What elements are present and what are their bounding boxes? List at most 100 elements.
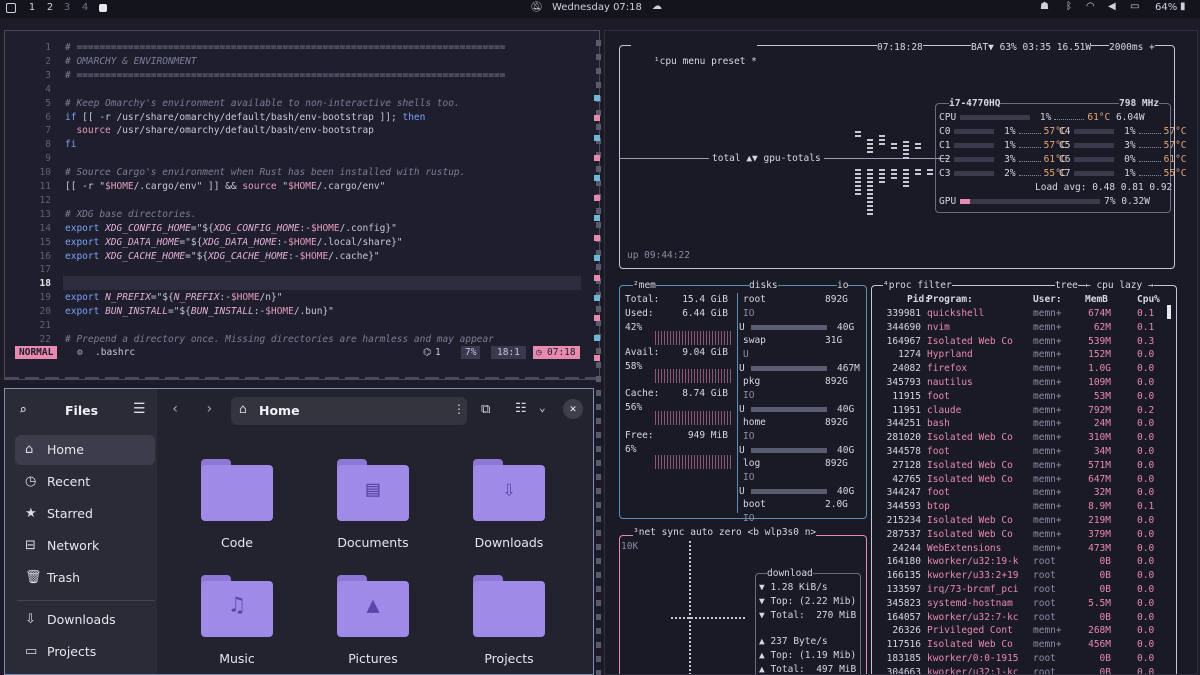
core-bar (1074, 129, 1115, 134)
workspace-4[interactable]: 4 (78, 2, 92, 13)
folder-label[interactable]: Code (177, 535, 297, 550)
code-line[interactable]: 21 (5, 319, 595, 333)
workspace-2[interactable]: 2 (43, 2, 57, 13)
folder-label[interactable]: Music (177, 651, 297, 666)
code-line[interactable]: 14 export XDG_CONFIG_HOME="${XDG_CONFIG_H… (5, 222, 595, 236)
proc-column-header[interactable]: MemB (1085, 293, 1108, 307)
sort-selector[interactable]: ← cpu lazy → (1085, 279, 1154, 293)
folder-downloads[interactable]: ⇩ (473, 459, 545, 521)
code-line[interactable]: 9 (5, 152, 595, 166)
sidebar-item-network[interactable]: ⊟ Network (15, 531, 155, 561)
menu-button[interactable]: menu (683, 56, 706, 67)
code-line[interactable]: 5 # Keep Omarchy's environment available … (5, 97, 595, 111)
tree-toggle[interactable]: tree (1055, 279, 1078, 293)
list-view-icon[interactable]: ☷ (515, 401, 527, 416)
bluetooth-icon[interactable]: ᛒ (1066, 1, 1072, 12)
sidebar-item-home[interactable]: ⌂ Home (15, 435, 155, 465)
proc-column-header[interactable]: Program: (927, 293, 973, 307)
search-icon[interactable]: ⌕ (19, 403, 27, 418)
proc-scrollbar[interactable] (1167, 305, 1171, 319)
btop-window[interactable]: ¹cpu menu preset * 07:18:28 BAT▼ 63% 03:… (604, 30, 1198, 675)
disks-header[interactable]: disks (749, 279, 778, 293)
volume-icon[interactable]: ◀ (1108, 1, 1116, 12)
cpu-label[interactable]: ¹cpu (654, 56, 677, 67)
code-line[interactable]: 1 # =====================================… (5, 41, 595, 55)
code-line[interactable]: 19 export N_PREFIX="${N_PREFIX:-$HOME/n}" (5, 291, 595, 305)
forward-button[interactable]: › (205, 401, 213, 417)
code-line[interactable]: 4 (5, 83, 595, 97)
proc-mem: 379M (1088, 528, 1111, 540)
view-options-chevron-icon[interactable]: ⌄ (539, 401, 546, 414)
path-menu-icon[interactable]: ⋮ (453, 402, 465, 416)
workspace-3[interactable]: 3 (60, 2, 74, 13)
proc-program: kworker/u32:19-k (927, 556, 1019, 568)
sidebar-item-projects[interactable]: ▭ Projects (15, 637, 155, 667)
path-bar[interactable]: ⌂ Home ⋮ (231, 397, 467, 425)
folder-pictures[interactable]: ▲ (337, 575, 409, 637)
sidebar-item-trash[interactable]: 🗑 Trash (15, 563, 155, 593)
code-line[interactable]: 20 export BUN_INSTALL="${BUN_INSTALL:-$HO… (5, 305, 595, 319)
line-code: # Keep Omarchy's environment available t… (65, 97, 460, 111)
auto-toggle[interactable]: auto (690, 527, 713, 538)
mem-header[interactable]: ²mem (633, 279, 656, 293)
code-line[interactable]: 13 # XDG base directories. (5, 208, 595, 222)
back-button[interactable]: ‹ (171, 401, 179, 417)
folder-projects[interactable] (473, 575, 545, 637)
folder-label[interactable]: Pictures (313, 651, 433, 666)
code-line[interactable]: 3 # =====================================… (5, 69, 595, 83)
neovim-window[interactable]: 1 # =====================================… (4, 30, 600, 380)
battery-level[interactable]: 64% (1155, 2, 1177, 13)
close-button[interactable]: ✕ (563, 399, 583, 419)
code-line[interactable]: 8 fi (5, 138, 595, 152)
folder-documents[interactable]: ▤ (337, 459, 409, 521)
proc-column-header[interactable]: User: (1033, 293, 1062, 307)
cpu-core-row: C3 2% 55°C (939, 167, 1067, 181)
filter-button[interactable]: filter (917, 280, 951, 291)
folder-label[interactable]: Projects (449, 651, 569, 666)
notification-silenced-icon[interactable]: 🔕︎ (530, 2, 543, 13)
system-tray-icon[interactable]: ☗ (1040, 1, 1049, 12)
sync-toggle[interactable]: sync (662, 527, 685, 538)
wifi-icon[interactable]: ◠ (1086, 1, 1095, 12)
io-toggle[interactable]: io (837, 279, 849, 293)
workspace-1[interactable]: 1 (25, 2, 39, 13)
code-line[interactable]: 16 export XDG_CACHE_HOME="${XDG_CACHE_HOM… (5, 250, 595, 264)
sidebar-item-recent[interactable]: ◷ Recent (15, 467, 155, 497)
folder-glyph-icon: ⇩ (502, 477, 516, 502)
display-icon[interactable]: ▭ (1130, 1, 1139, 12)
proc-pid: 281020 (886, 432, 921, 444)
code-line[interactable]: 7 source /usr/share/omarchy/default/bash… (5, 124, 595, 138)
new-tab-icon[interactable]: ⧉ (481, 402, 490, 417)
folder-code[interactable] (201, 459, 273, 521)
sidebar-item-starred[interactable]: ★ Starred (15, 499, 155, 529)
clock[interactable]: Wednesday 07:18 (552, 2, 642, 13)
code-line[interactable]: 22 # Prepend a directory once. Missing di… (5, 333, 595, 347)
proc-mem: 62M (1093, 321, 1111, 333)
download-top: ▼ Top: (2.22 Mib) (759, 596, 857, 607)
code-token: XDG_CONFIG_HOME (213, 222, 300, 234)
workspace-active-indicator[interactable] (99, 4, 107, 12)
interface-selector[interactable]: <b wlp3s0 n> (748, 527, 817, 538)
code-line[interactable]: 15 export XDG_DATA_HOME="${XDG_DATA_HOME:… (5, 236, 595, 250)
hamburger-menu-icon[interactable]: ☰ (133, 401, 146, 417)
line-number: 12 (39, 194, 51, 206)
code-line[interactable]: 12 (5, 194, 595, 208)
preset-button[interactable]: preset * (711, 56, 757, 67)
code-line[interactable]: 10 # Source Cargo's environment when Rust… (5, 166, 595, 180)
files-window[interactable]: ⌕ Files ☰ ⌂ Home ◷ Recent ★ Starred ⊟ Network 🗑 T… (4, 388, 594, 675)
code-token: N_PREFIX (105, 292, 151, 304)
folder-music[interactable]: ♫ (201, 575, 273, 637)
app-grid-icon[interactable] (6, 3, 16, 13)
code-line[interactable]: 11 [[ -r "$HOME/.cargo/env" ]] && source … (5, 180, 595, 194)
code-token: XDG_DATA_HOME (105, 236, 180, 248)
net-label[interactable]: ³net (633, 527, 656, 538)
folder-label[interactable]: Downloads (449, 535, 569, 550)
sidebar-item-downloads[interactable]: ⇩ Downloads (15, 605, 155, 635)
proc-label[interactable]: ⁴proc (883, 280, 912, 291)
proc-column-header[interactable]: Cpu% (1137, 293, 1160, 307)
folder-label[interactable]: Documents (313, 535, 433, 550)
refresh-rate[interactable]: 2000ms + (1109, 41, 1155, 55)
code-line[interactable]: 6 if [[ -r /usr/share/omarchy/default/bas… (5, 111, 595, 125)
code-line[interactable]: 2 # OMARCHY & ENVIRONMENT (5, 55, 595, 69)
zero-toggle[interactable]: zero (719, 527, 742, 538)
